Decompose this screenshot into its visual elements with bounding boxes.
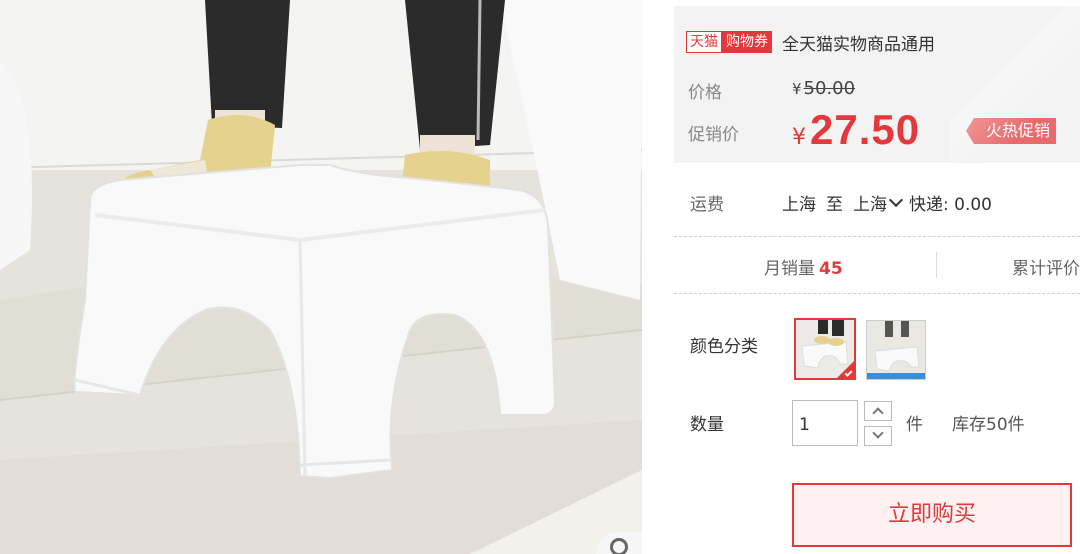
chevron-up-icon bbox=[872, 407, 884, 419]
quantity-increase-button[interactable] bbox=[864, 401, 892, 421]
check-icon bbox=[844, 369, 853, 377]
stats-row: 月销量 45 累计评价 bbox=[674, 252, 1080, 280]
coupon-text: 全天猫实物商品通用 bbox=[782, 34, 935, 55]
promo-price-value: 27.50 bbox=[810, 106, 921, 153]
divider bbox=[674, 236, 1080, 237]
product-main-image[interactable] bbox=[0, 0, 642, 554]
shipping-label: 运费 bbox=[690, 195, 724, 215]
tmall-badge: 天猫 bbox=[686, 31, 722, 53]
shipping-row: 运费 上海 至 上海 快递: 0.00 bbox=[642, 176, 1080, 228]
shipping-info: 上海 至 上海 快递: 0.00 bbox=[782, 190, 992, 215]
ship-to-word: 至 bbox=[826, 195, 843, 215]
product-photo bbox=[0, 0, 642, 554]
original-price-currency: ¥ bbox=[792, 80, 802, 98]
price-label: 价格 bbox=[688, 83, 722, 103]
color-label: 颜色分类 bbox=[690, 337, 758, 357]
monthly-sales: 月销量 45 bbox=[764, 254, 843, 279]
reviews-link[interactable]: 累计评价 bbox=[1012, 254, 1080, 279]
quantity-input[interactable]: 1 bbox=[792, 400, 858, 446]
promo-price-currency: ¥ bbox=[792, 125, 806, 150]
chevron-down-icon[interactable] bbox=[888, 192, 904, 207]
original-price: ¥50.00 bbox=[792, 78, 855, 99]
promo-price: ¥ 27.50 bbox=[792, 106, 920, 154]
price-box: 天猫 购物券 全天猫实物商品通用 价格 ¥50.00 促销价 ¥ 27.50 火… bbox=[674, 6, 1080, 163]
color-swatch-option[interactable] bbox=[866, 320, 926, 380]
monthly-sales-value: 45 bbox=[819, 259, 843, 279]
color-swatch-selected[interactable] bbox=[794, 318, 856, 380]
express-fee: 快递: 0.00 bbox=[909, 195, 992, 215]
hot-promo-tag: 火热促销 bbox=[965, 118, 1057, 144]
quantity-unit: 件 bbox=[906, 415, 923, 435]
quantity-value: 1 bbox=[799, 415, 810, 435]
ship-from: 上海 bbox=[782, 195, 816, 215]
ship-to-select[interactable]: 上海 bbox=[853, 190, 887, 215]
divider bbox=[674, 293, 1080, 294]
quantity-label: 数量 bbox=[690, 415, 724, 435]
quantity-decrease-button[interactable] bbox=[864, 426, 892, 446]
buy-now-button[interactable]: 立即购买 bbox=[792, 483, 1072, 547]
divider bbox=[936, 252, 937, 278]
monthly-sales-label: 月销量 bbox=[764, 259, 815, 279]
stock-count: 库存50件 bbox=[952, 415, 1025, 435]
coupon-row: 天猫 购物券 全天猫实物商品通用 bbox=[686, 30, 935, 55]
chevron-down-icon bbox=[872, 427, 884, 439]
promo-price-label: 促销价 bbox=[688, 125, 739, 145]
coupon-badge: 购物券 bbox=[722, 31, 772, 53]
original-price-value: 50.00 bbox=[803, 78, 856, 99]
product-info-panel: 天猫 购物券 全天猫实物商品通用 价格 ¥50.00 促销价 ¥ 27.50 火… bbox=[642, 0, 1080, 554]
